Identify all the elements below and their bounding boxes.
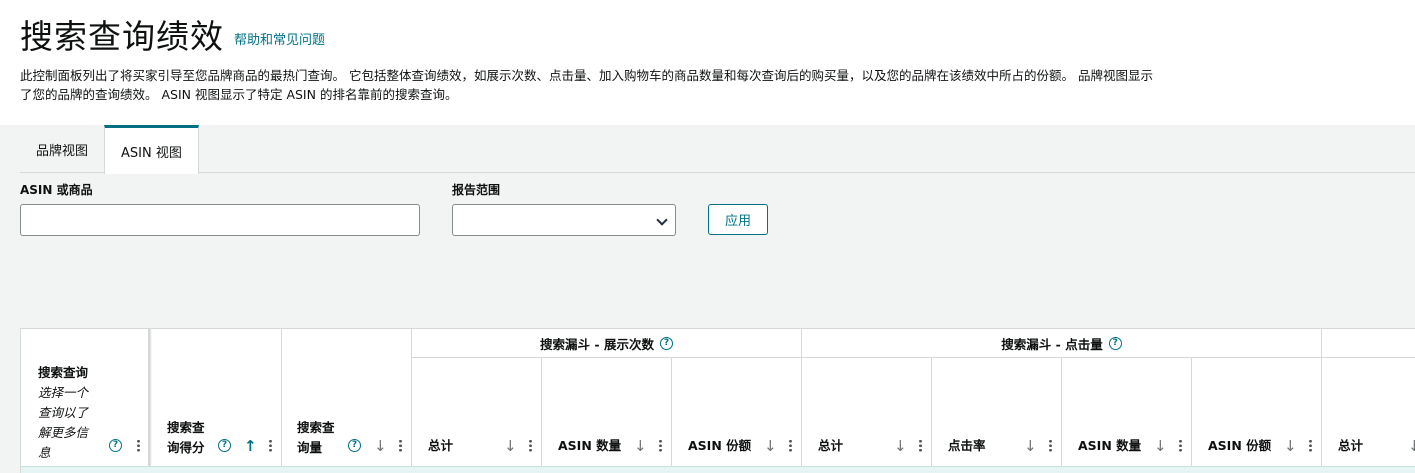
column-title: ASIN 份额 <box>1208 438 1272 453</box>
column-title: 点击率 <box>948 438 986 453</box>
score-title-line: 搜索查 <box>167 420 205 435</box>
page-header: 搜索查询绩效 帮助和常见问题 此控制面板列出了将买家引导至您品牌商品的最热门查询… <box>20 10 1400 104</box>
report-range-label: 报告范围 <box>452 183 501 197</box>
column-menu-icon[interactable] <box>269 439 272 452</box>
page-description: 此控制面板列出了将买家引导至您品牌商品的最热门查询。 它包括整体查询绩效，如展示… <box>20 68 1153 102</box>
view-tabs: 品牌视图 ASIN 视图 <box>20 125 1415 174</box>
group-title-clicks: 搜索漏斗 - 点击量 <box>1001 336 1103 352</box>
tab-brand-view[interactable]: 品牌视图 <box>20 125 104 173</box>
asin-field-label: ASIN 或商品 <box>20 183 93 197</box>
page-title: 搜索查询绩效 <box>20 17 224 56</box>
column-title: 总计 <box>1338 438 1364 453</box>
column-header-clicks-asin-count: ASIN 数量 ↓ <box>1062 358 1192 466</box>
help-circle-icon[interactable]: ? <box>218 439 231 452</box>
help-circle-icon[interactable]: ? <box>659 336 673 350</box>
group-header-clicks: 搜索漏斗 - 点击量 ? <box>802 329 1322 358</box>
column-title-search-query: 搜索查询 <box>38 365 89 380</box>
column-header-next-total: 总计 ↓ <box>1322 358 1415 466</box>
score-title-line: 询得分 <box>167 440 205 455</box>
chevron-down-icon <box>656 214 668 226</box>
sort-descending-icon[interactable]: ↓ <box>634 439 647 454</box>
sort-descending-icon[interactable]: ↓ <box>1408 439 1415 454</box>
column-title: 总计 <box>428 438 454 453</box>
group-header-next <box>1322 329 1415 358</box>
column-header-query-volume: 搜索查 询量 ? ↓ <box>282 329 412 466</box>
column-header-clicks-total: 总计 ↓ <box>802 358 932 466</box>
help-circle-icon[interactable]: ? <box>348 439 361 452</box>
column-title: 总计 <box>818 438 844 453</box>
help-circle-icon[interactable]: ? <box>1108 336 1122 350</box>
sort-descending-icon[interactable]: ↓ <box>764 439 777 454</box>
column-title: ASIN 数量 <box>1078 438 1142 453</box>
column-header-impressions-total: 总计 ↓ <box>412 358 542 466</box>
column-header-clicks-asin-share: ASIN 份额 ↓ <box>1192 358 1322 466</box>
sort-ascending-icon[interactable]: ↑ <box>244 439 257 454</box>
column-menu-icon[interactable] <box>1179 439 1182 452</box>
help-faq-link[interactable]: 帮助和常见问题 <box>234 29 325 48</box>
column-header-click-rate: 点击率 ↓ <box>932 358 1062 466</box>
volume-title-line: 搜索查 <box>297 420 335 435</box>
sort-descending-icon[interactable]: ↓ <box>504 439 517 454</box>
group-title-impressions: 搜索漏斗 - 展示次数 <box>540 336 654 352</box>
column-menu-icon[interactable] <box>919 439 922 452</box>
query-hint-line: 解更多信 <box>38 425 89 440</box>
column-title: ASIN 数量 <box>558 438 622 453</box>
column-title: ASIN 份额 <box>688 438 752 453</box>
report-range-select[interactable] <box>452 204 676 236</box>
sort-descending-icon[interactable]: ↓ <box>1154 439 1167 454</box>
query-table: 搜索查询 选择一个 查询以了 解更多信 息 ? 搜索查 询得分 ? ↑ 搜索查 … <box>20 328 1415 473</box>
column-menu-icon[interactable] <box>789 439 792 452</box>
asin-input[interactable] <box>20 204 420 236</box>
column-menu-icon[interactable] <box>529 439 532 452</box>
sort-descending-icon[interactable]: ↓ <box>374 439 387 454</box>
sort-descending-icon[interactable]: ↓ <box>1024 439 1037 454</box>
apply-button[interactable]: 应用 <box>708 204 768 235</box>
query-hint-line: 查询以了 <box>38 405 89 420</box>
query-hint-line: 选择一个 <box>38 385 89 400</box>
column-menu-icon[interactable] <box>1049 439 1052 452</box>
sort-descending-icon[interactable]: ↓ <box>1284 439 1297 454</box>
column-header-impressions-asin-share: ASIN 份额 ↓ <box>672 358 802 466</box>
volume-title-line: 询量 <box>297 440 323 455</box>
column-menu-icon[interactable] <box>137 439 140 452</box>
column-menu-icon[interactable] <box>659 439 662 452</box>
column-header-impressions-asin-count: ASIN 数量 ↓ <box>542 358 672 466</box>
column-header-search-query: 搜索查询 选择一个 查询以了 解更多信 息 ? <box>21 329 149 466</box>
column-menu-icon[interactable] <box>1309 439 1312 452</box>
help-circle-icon[interactable]: ? <box>109 439 122 452</box>
sort-descending-icon[interactable]: ↓ <box>894 439 907 454</box>
table-first-row-strip <box>21 466 1415 473</box>
column-header-query-score: 搜索查 询得分 ? ↑ <box>152 329 282 466</box>
tab-asin-view[interactable]: ASIN 视图 <box>104 125 199 174</box>
column-menu-icon[interactable] <box>399 439 402 452</box>
group-header-impressions: 搜索漏斗 - 展示次数 ? <box>412 329 802 358</box>
query-hint-line: 息 <box>38 445 51 460</box>
